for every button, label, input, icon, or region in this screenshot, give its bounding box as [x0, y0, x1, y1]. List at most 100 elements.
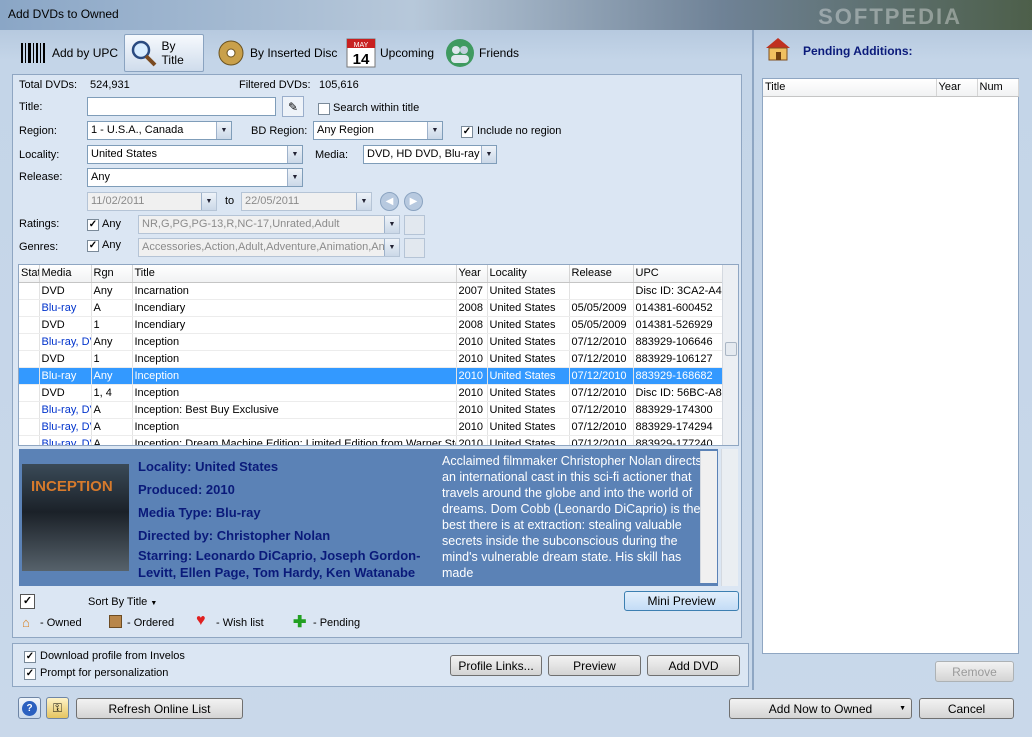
table-cell: Any: [91, 367, 133, 385]
key-icon: ⚿: [52, 700, 63, 715]
sort-by-dropdown[interactable]: Sort By Title ▼: [88, 596, 157, 608]
grid-scroll-thumb[interactable]: [725, 342, 737, 356]
release-to-date[interactable]: 22/05/2011 ▼: [241, 192, 372, 211]
title-input[interactable]: [87, 97, 276, 116]
cancel-button[interactable]: Cancel: [919, 698, 1014, 719]
table-row[interactable]: Blu-ray Any Inception 2010 United States 07/1…: [19, 367, 724, 385]
search-within-checkbox[interactable]: [318, 103, 330, 115]
table-cell: 2010: [456, 384, 488, 402]
release-select[interactable]: Any ▼: [87, 168, 303, 187]
include-no-region-checkbox[interactable]: ✓: [461, 126, 473, 138]
table-row[interactable]: DVD 1, 4 Inception 2010 United States 07/12/2…: [19, 384, 724, 402]
table-row[interactable]: Blu-ray, DVDAnyInception2010United State…: [19, 333, 724, 351]
grid-col-rgn[interactable]: Rgn: [91, 265, 133, 283]
genres-select[interactable]: Accessories,Action,Adult,Adventure,Anima…: [138, 238, 400, 257]
bd-region-select[interactable]: Any Region ▼: [313, 121, 443, 140]
table-cell: Inception: [132, 350, 457, 368]
friends-label: Friends: [479, 46, 520, 60]
results-grid[interactable]: Stat Media Rgn Title Year Locality Release UPC …: [18, 264, 739, 446]
region-label: Region:: [19, 125, 57, 137]
grid-col-upc[interactable]: UPC: [633, 265, 724, 283]
filtered-dvds-value: 105,616: [319, 79, 359, 91]
ratings-any-checkbox[interactable]: ✓: [87, 219, 99, 231]
table-row[interactable]: Blu-ray, DVDAInception2010United States0…: [19, 418, 724, 436]
genres-edit-button[interactable]: [404, 238, 425, 258]
by-inserted-disc-button[interactable]: By Inserted Disc: [212, 34, 341, 72]
by-inserted-disc-label: By Inserted Disc: [250, 46, 338, 60]
splitter[interactable]: [752, 30, 754, 690]
grid-col-release[interactable]: Release: [569, 265, 634, 283]
release-from-date[interactable]: 11/02/2011 ▼: [87, 192, 217, 211]
heart-icon: ♥: [196, 612, 206, 629]
grid-col-year[interactable]: Year: [456, 265, 488, 283]
table-cell: [19, 384, 40, 402]
genres-any-checkbox[interactable]: ✓: [87, 240, 99, 252]
table-row[interactable]: DVD Any Incarnation 2007 United States Disc I…: [19, 282, 724, 300]
table-cell: A: [91, 299, 133, 317]
add-by-upc-button[interactable]: Add by UPC: [14, 34, 122, 72]
table-cell: 07/12/2010: [569, 435, 634, 445]
by-title-label: By Title: [161, 39, 184, 67]
grid-scrollbar[interactable]: [722, 265, 738, 445]
remove-button[interactable]: Remove: [935, 661, 1014, 682]
add-now-to-owned-button[interactable]: Add Now to Owned ▼: [729, 698, 912, 719]
prompt-personalization-checkbox[interactable]: ✓: [24, 668, 36, 680]
download-profile-checkbox[interactable]: ✓: [24, 651, 36, 663]
table-cell: Inception: [132, 418, 457, 436]
description-scrollbar[interactable]: [700, 451, 717, 583]
ratings-select[interactable]: NR,G,PG,PG-13,R,NC-17,Unrated,Adult ▼: [138, 215, 400, 234]
grid-col-media[interactable]: Media: [39, 265, 92, 283]
pending-col-num[interactable]: Num: [977, 79, 1019, 97]
table-row[interactable]: DVD 1 Incendiary 2008 United States 05/05/200…: [19, 316, 724, 334]
add-dvd-button[interactable]: Add DVD: [647, 655, 740, 676]
table-cell: Blu-ray: [39, 299, 92, 317]
media-select[interactable]: DVD, HD DVD, Blu-ray ▼: [363, 145, 497, 164]
pending-col-title[interactable]: Title: [763, 79, 937, 97]
select-all-checkbox[interactable]: ✓: [20, 594, 35, 609]
profile-links-button[interactable]: Profile Links...: [450, 655, 542, 676]
chevron-down-icon: ▼: [287, 169, 302, 186]
pending-col-year[interactable]: Year: [936, 79, 978, 97]
by-title-button[interactable]: By Title: [124, 34, 204, 72]
locality-select[interactable]: United States ▼: [87, 145, 303, 164]
pending-list[interactable]: Title Year Num: [762, 78, 1019, 654]
table-cell: 2008: [456, 316, 488, 334]
upcoming-label: Upcoming: [380, 46, 435, 60]
chevron-down-icon: ▼: [150, 600, 158, 607]
grid-col-locality[interactable]: Locality: [487, 265, 570, 283]
detail-produced: Produced: 2010: [138, 482, 235, 497]
table-cell: A: [91, 401, 133, 419]
ratings-any-label: Any: [102, 218, 121, 230]
next-date-button[interactable]: ▶: [404, 192, 423, 211]
upcoming-button[interactable]: MAY 14 Upcoming: [342, 34, 438, 72]
chevron-down-icon: ▼: [481, 146, 496, 163]
chevron-down-icon: ▼: [384, 216, 399, 233]
table-row[interactable]: Blu-ray, DVDAInception: Dream Machine Ed…: [19, 435, 724, 445]
house-icon: [765, 37, 791, 61]
table-cell: United States: [487, 350, 570, 368]
title-lookup-button[interactable]: ✎: [282, 96, 304, 117]
table-cell: [569, 282, 634, 300]
ratings-edit-button[interactable]: [404, 215, 425, 235]
detail-directed: Directed by: Christopher Nolan: [138, 528, 331, 543]
table-row[interactable]: DVD 1 Inception 2010 United States 07/12/2010…: [19, 350, 724, 368]
table-cell: Blu-ray, DVD: [39, 333, 92, 351]
wand-icon: ✎: [287, 99, 299, 114]
preview-button[interactable]: Preview: [548, 655, 641, 676]
legend-pending: - Pending: [313, 617, 361, 629]
table-row[interactable]: Blu-ray A Incendiary 2008 United States 05/05…: [19, 299, 724, 317]
grid-col-stat[interactable]: Stat: [19, 265, 40, 283]
friends-button[interactable]: Friends: [441, 34, 523, 72]
keys-button[interactable]: ⚿: [46, 697, 69, 719]
table-cell: Inception: [132, 367, 457, 385]
table-cell: 07/12/2010: [569, 401, 634, 419]
table-cell: United States: [487, 418, 570, 436]
refresh-online-list-button[interactable]: Refresh Online List: [76, 698, 243, 719]
grid-col-title[interactable]: Title: [132, 265, 457, 283]
help-button[interactable]: ?: [18, 697, 41, 719]
prev-date-button[interactable]: ◀: [380, 192, 399, 211]
region-select[interactable]: 1 - U.S.A., Canada ▼: [87, 121, 232, 140]
table-row[interactable]: Blu-ray, DVDAInception: Best Buy Exclusi…: [19, 401, 724, 419]
mini-preview-button[interactable]: Mini Preview: [624, 591, 739, 611]
detail-scrollbar[interactable]: [721, 449, 738, 586]
